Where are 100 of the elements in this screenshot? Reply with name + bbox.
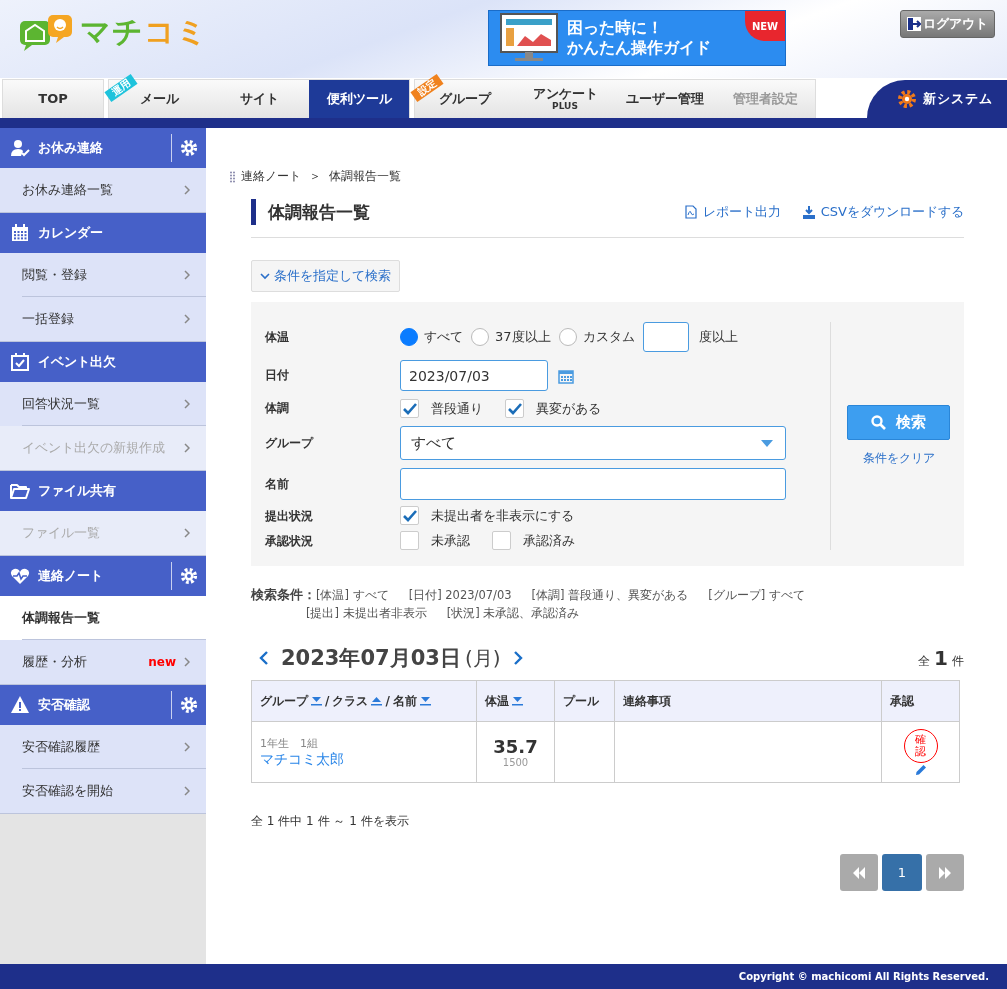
breadcrumb-item[interactable]: 連絡ノート bbox=[241, 168, 301, 185]
chevron-left-icon[interactable] bbox=[259, 650, 269, 666]
search-condition: [提出] 未提出者非表示 bbox=[306, 605, 427, 622]
settings-icon[interactable] bbox=[180, 139, 198, 157]
field-label: 体調 bbox=[265, 400, 290, 417]
sidebar-item[interactable]: 閲覧・登録 bbox=[0, 253, 206, 297]
clear-conditions-link[interactable]: 条件をクリア bbox=[862, 450, 935, 467]
search-condition: [日付] 2023/07/03 bbox=[408, 587, 512, 604]
new-badge: NEW bbox=[745, 11, 785, 41]
checkbox-option[interactable]: 承認済み bbox=[492, 531, 575, 550]
search-condition: [体調] 普段通り、異変がある bbox=[531, 587, 689, 604]
logo-text: マチコミ bbox=[80, 13, 208, 51]
settings-icon[interactable] bbox=[180, 567, 198, 585]
sort-descending-icon[interactable] bbox=[512, 696, 523, 706]
folder-icon bbox=[10, 481, 30, 501]
checkbox-option[interactable]: 異変がある bbox=[505, 399, 601, 418]
report-link[interactable]: レポート出力 bbox=[684, 203, 781, 221]
column-label: クラス bbox=[332, 692, 369, 710]
field-label: グループ bbox=[265, 434, 315, 452]
copyright-text: Copyright © machicomi All Rights Reserved. bbox=[738, 971, 989, 982]
chevron-right-icon[interactable] bbox=[512, 650, 523, 666]
chevron-right-icon bbox=[184, 314, 190, 324]
header-separator: / bbox=[385, 694, 390, 708]
radio-option[interactable]: 37度以上 bbox=[471, 328, 551, 346]
group-dropdown[interactable]: すべて bbox=[400, 426, 786, 460]
field-label: 日付 bbox=[265, 367, 290, 384]
column-label: 体温 bbox=[485, 692, 509, 710]
new-label: new bbox=[148, 655, 176, 669]
search-condition: [状況] 未承認、承認済み bbox=[446, 605, 580, 622]
result-summary: 全 1 件中 1 件 ～ 1 件を表示 bbox=[251, 813, 410, 830]
settings-icon[interactable] bbox=[180, 696, 198, 714]
breadcrumb-item: 体調報告一覧 bbox=[329, 168, 401, 185]
double-chevron-left-icon bbox=[852, 866, 866, 879]
heart-pulse-icon bbox=[10, 566, 30, 586]
sidebar-item[interactable]: 回答状況一覧 bbox=[0, 382, 206, 426]
column-label: 承認 bbox=[890, 692, 914, 710]
student-name-link[interactable]: マチコミ太郎 bbox=[260, 750, 344, 767]
sort-descending-icon[interactable] bbox=[311, 696, 322, 706]
calendar-icon bbox=[10, 223, 30, 243]
chevron-right-icon bbox=[184, 786, 190, 796]
door-icon bbox=[907, 17, 921, 31]
new-system-link[interactable]: 新システム bbox=[867, 80, 1007, 118]
calendar-check-icon bbox=[10, 352, 30, 372]
date-field[interactable]: 2023/07/03 bbox=[400, 360, 548, 391]
sidebar-item[interactable]: 体調報告一覧 bbox=[0, 596, 206, 640]
calendar-icon[interactable] bbox=[558, 367, 574, 384]
sidebar-item[interactable]: 一括登録 bbox=[0, 297, 206, 342]
search-toggle-button[interactable]: 条件を指定して検索 bbox=[251, 260, 400, 292]
search-icon bbox=[871, 415, 886, 430]
check-icon bbox=[507, 402, 522, 415]
radio-option[interactable]: カスタム bbox=[558, 328, 635, 346]
summary-label: 検索条件： bbox=[251, 586, 316, 604]
header-separator: / bbox=[325, 694, 330, 708]
group-class-text: 1年生 1組 bbox=[260, 735, 319, 751]
caret-down-icon bbox=[761, 439, 773, 447]
checkbox-option[interactable]: 普段通り bbox=[400, 399, 483, 418]
column-label: グループ bbox=[260, 692, 308, 710]
sort-ascending-icon[interactable] bbox=[371, 696, 383, 706]
sort-descending-icon[interactable] bbox=[419, 696, 431, 706]
last-page-button[interactable] bbox=[926, 854, 964, 891]
nav-tab[interactable]: アンケート PLUS bbox=[515, 80, 615, 118]
page-button[interactable]: 1 bbox=[882, 854, 922, 891]
banner-text: 困った時に！ かんたん操作ガイド bbox=[567, 18, 711, 58]
breadcrumb-separator: ＞ bbox=[309, 168, 321, 185]
field-label: 承認状況 bbox=[265, 533, 314, 550]
chevron-right-icon bbox=[184, 657, 190, 667]
download-icon bbox=[802, 205, 815, 219]
report-time: 1500 bbox=[501, 757, 530, 768]
chevron-right-icon bbox=[184, 270, 190, 280]
first-page-button[interactable] bbox=[840, 854, 878, 891]
check-icon bbox=[402, 402, 417, 415]
csv-download-link[interactable]: CSVをダウンロードする bbox=[802, 203, 964, 221]
person-check-icon bbox=[10, 138, 30, 158]
guide-banner[interactable]: 困った時に！ かんたん操作ガイド NEW bbox=[488, 10, 786, 66]
checkbox-option[interactable]: 未提出者を非表示にする bbox=[400, 506, 574, 525]
sidebar-item[interactable]: 安否確認を開始 bbox=[0, 769, 206, 814]
nav-tab[interactable]: ユーザー管理 bbox=[615, 80, 715, 118]
sidebar-item[interactable]: お休み連絡一覧 bbox=[0, 168, 206, 213]
grip-icon bbox=[230, 170, 235, 183]
search-condition: [体温] すべて bbox=[316, 587, 389, 604]
nav-tab[interactable]: サイト bbox=[209, 80, 309, 118]
pencil-icon[interactable] bbox=[914, 763, 927, 776]
unit-label: 度以上 bbox=[698, 328, 738, 346]
sidebar-item[interactable]: 安否確認履歴 bbox=[0, 725, 206, 769]
sidebar-item[interactable]: 履歴・分析 new bbox=[0, 640, 206, 685]
radio-option[interactable]: すべて bbox=[400, 328, 463, 346]
page-title: 体調報告一覧 bbox=[251, 199, 685, 225]
name-field[interactable] bbox=[400, 468, 786, 500]
section-title: お休み連絡 bbox=[38, 139, 104, 157]
chevron-right-icon bbox=[184, 399, 190, 409]
checkbox-option[interactable]: 未承認 bbox=[400, 531, 470, 550]
warning-icon bbox=[10, 695, 30, 715]
section-title: 連絡ノート bbox=[38, 567, 104, 585]
nav-tab[interactable]: 便利ツール bbox=[309, 80, 409, 118]
chevron-right-icon bbox=[184, 185, 190, 195]
section-title: 安否確認 bbox=[38, 696, 91, 714]
search-condition: [グループ] すべて bbox=[708, 587, 805, 604]
nav-tab[interactable]: TOP bbox=[3, 80, 103, 118]
field-label: 体温 bbox=[265, 328, 290, 346]
custom-temperature-field[interactable] bbox=[642, 322, 689, 352]
